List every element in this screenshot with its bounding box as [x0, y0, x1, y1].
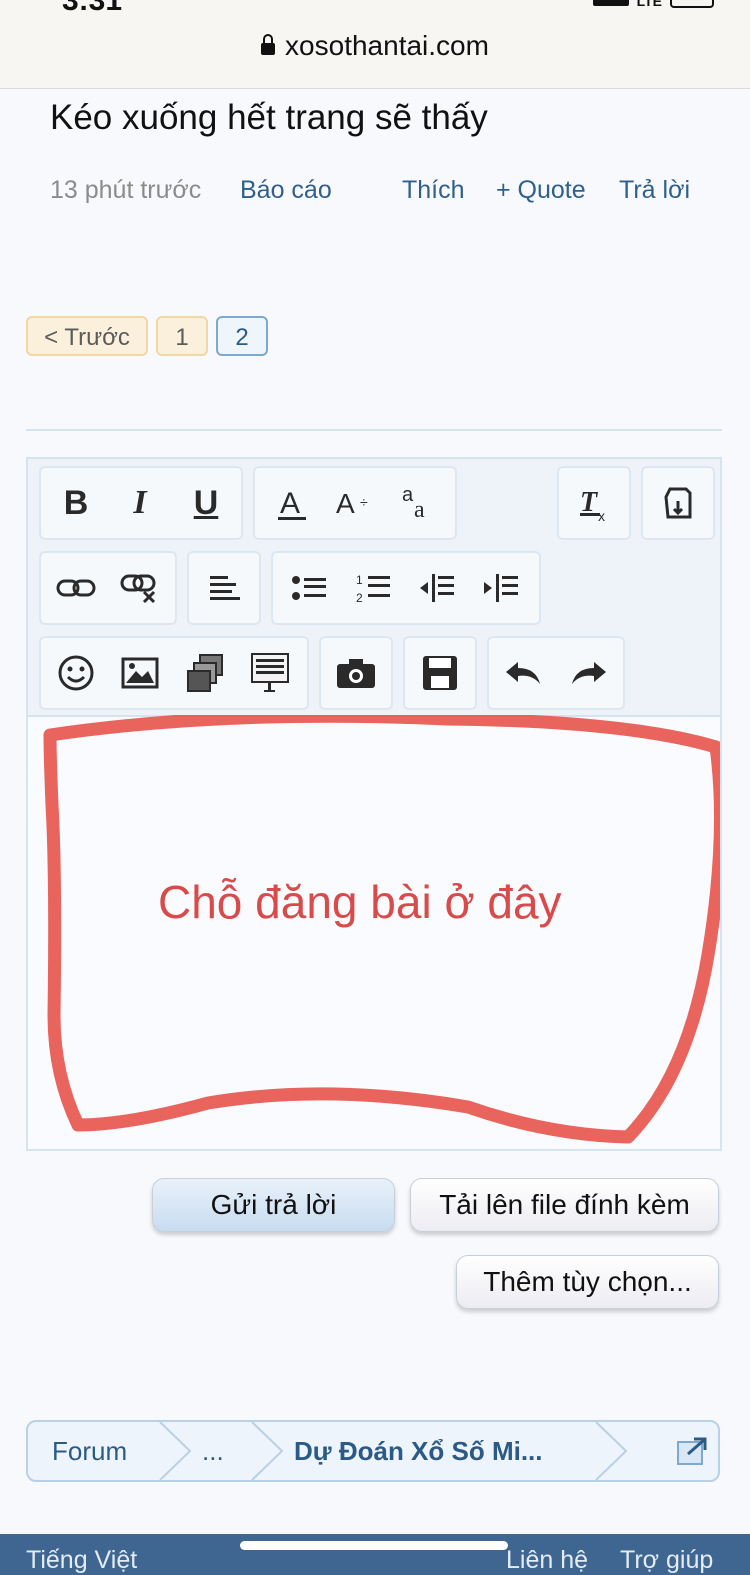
breadcrumb: Forum ... Dự Đoán Xổ Số Mi...	[26, 1420, 720, 1482]
submit-reply-button[interactable]: Gửi trả lời	[152, 1178, 395, 1232]
bb-code-icon[interactable]	[650, 475, 706, 531]
editor-toolbar: B I U A A ÷ aa Tx 1 2	[28, 459, 720, 717]
save-draft-icon[interactable]	[412, 645, 468, 701]
more-options-button[interactable]: Thêm tùy chọn...	[456, 1255, 719, 1309]
battery-icon	[670, 0, 714, 8]
breadcrumb-separator-icon	[595, 1422, 628, 1480]
quote-link[interactable]: + Quote	[496, 176, 586, 205]
svg-text:2: 2	[356, 591, 363, 605]
breadcrumb-current[interactable]: Dự Đoán Xổ Số Mi...	[294, 1422, 543, 1480]
language-chooser[interactable]: Tiếng Việt	[26, 1546, 137, 1575]
divider	[26, 429, 722, 431]
upload-attachment-button[interactable]: Tải lên file đính kèm	[410, 1178, 719, 1232]
breadcrumb-forum[interactable]: Forum	[52, 1422, 127, 1480]
redo-icon[interactable]	[560, 645, 616, 701]
page-1-button[interactable]: 1	[156, 316, 208, 356]
indent-icon[interactable]	[474, 560, 530, 616]
url-text: xosothantai.com	[285, 30, 489, 61]
svg-text:A: A	[336, 488, 355, 519]
reply-link[interactable]: Trả lời	[619, 176, 690, 205]
address-bar[interactable]: xosothantai.com	[0, 30, 750, 62]
report-link[interactable]: Báo cáo	[240, 176, 332, 205]
bullet-list-icon[interactable]	[282, 560, 338, 616]
message-textarea[interactable]: Chỗ đăng bài ở đây	[28, 715, 720, 1149]
font-family-icon[interactable]: aa	[390, 475, 446, 531]
page-prev-button[interactable]: < Trước	[26, 316, 148, 356]
unlink-icon[interactable]	[112, 560, 168, 616]
quote-icon[interactable]	[242, 645, 298, 701]
breadcrumb-ellipsis[interactable]: ...	[202, 1422, 224, 1480]
numbered-list-icon[interactable]: 12	[346, 560, 402, 616]
image-icon[interactable]	[112, 645, 168, 701]
media-icon[interactable]	[178, 645, 234, 701]
jump-to-icon[interactable]	[676, 1436, 708, 1466]
svg-text:1: 1	[356, 573, 363, 587]
post-message: Kéo xuống hết trang sẽ thấy	[50, 98, 488, 137]
smilie-icon[interactable]	[48, 645, 104, 701]
compose-hint: Chỗ đăng bài ở đây	[158, 876, 562, 928]
remove-format-icon[interactable]: Tx	[566, 475, 622, 531]
lock-icon	[261, 34, 276, 55]
svg-text:x: x	[598, 508, 605, 523]
svg-text:A: A	[280, 487, 300, 520]
help-link[interactable]: Trợ giúp	[620, 1546, 713, 1575]
undo-icon[interactable]	[496, 645, 552, 701]
contact-link[interactable]: Liên hệ	[506, 1546, 588, 1575]
svg-text:a: a	[402, 484, 414, 506]
status-indicators: LTE	[592, 0, 714, 9]
underline-icon[interactable]: U	[178, 475, 234, 531]
font-size-icon[interactable]: A ÷	[326, 475, 382, 531]
status-time: 3:31	[62, 0, 123, 17]
font-color-icon[interactable]: A	[264, 475, 320, 531]
signal-icon	[592, 0, 629, 6]
post-time: 13 phút trước	[50, 176, 202, 204]
network-label: LTE	[636, 0, 662, 9]
align-icon[interactable]	[196, 560, 252, 616]
outdent-icon[interactable]	[410, 560, 466, 616]
browser-top-bar: 3:31 LTE xosothantai.com	[0, 0, 750, 89]
svg-text:÷: ÷	[360, 494, 368, 510]
red-highlight-scribble	[43, 715, 720, 1144]
reply-editor: B I U A A ÷ aa Tx 1 2 Chỗ đăng bài ở đây	[26, 457, 722, 1151]
link-icon[interactable]	[48, 560, 104, 616]
home-indicator	[240, 1541, 508, 1550]
like-link[interactable]: Thích	[402, 176, 465, 205]
bold-icon[interactable]: B	[48, 475, 104, 531]
svg-text:a: a	[414, 497, 425, 523]
camera-icon[interactable]	[328, 645, 384, 701]
page-2-current[interactable]: 2	[216, 316, 268, 356]
italic-icon[interactable]: I	[112, 475, 168, 531]
